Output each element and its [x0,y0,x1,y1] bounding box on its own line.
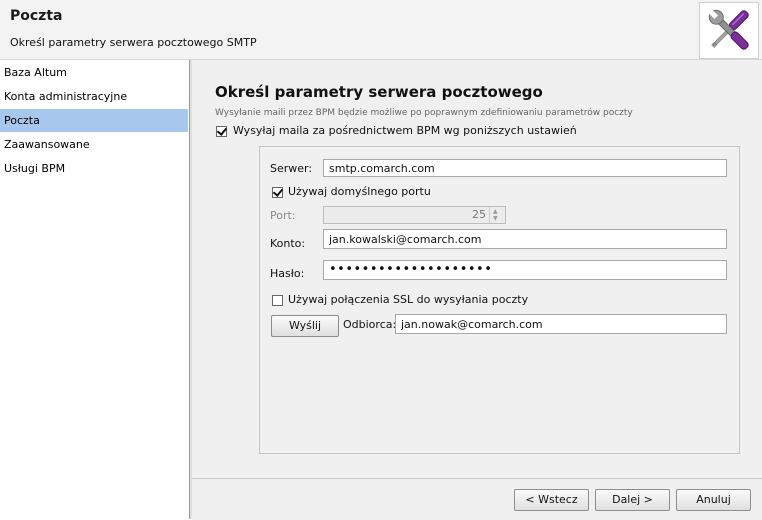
port-label: Port: [270,209,296,222]
spinner-arrows[interactable]: ▲ ▼ [489,207,505,223]
recipient-label: Odbiorca: [343,318,397,331]
recipient-input[interactable] [395,314,727,334]
next-button[interactable]: Dalej > [595,489,670,511]
tools-icon [699,2,759,59]
password-input[interactable]: •••••••••••••••••••• [323,260,727,280]
wizard-header: Poczta Określ parametry serwera pocztowe… [0,0,762,60]
main-panel: Określ parametry serwera pocztowego Wysy… [192,60,762,478]
page-subtitle: Określ parametry serwera pocztowego SMTP [10,36,257,49]
sidebar-item-baza-altum[interactable]: Baza Altum [0,61,188,84]
send-test-button[interactable]: Wyślij [271,315,339,337]
wizard-steps-sidebar: Baza Altum Konta administracyjne Poczta … [0,60,190,519]
back-button[interactable]: < Wstecz [514,489,589,511]
account-label: Konto: [270,237,306,250]
account-input[interactable] [323,229,727,249]
port-spinner[interactable]: 25 ▲ ▼ [323,206,506,224]
spin-down-icon[interactable]: ▼ [493,216,498,222]
sidebar-item-konta-administracyjne[interactable]: Konta administracyjne [0,85,188,108]
password-label: Hasło: [270,267,305,280]
server-input[interactable] [323,159,727,177]
default-port-label: Używaj domyślnego portu [288,185,431,198]
send-via-bpm-checkbox[interactable] [216,126,227,137]
server-label: Serwer: [270,162,313,175]
sidebar-item-uslugi-bpm[interactable]: Usługi BPM [0,157,188,180]
wizard-footer: < Wstecz Dalej > Anuluj [192,478,762,520]
section-title: Określ parametry serwera pocztowego [215,83,543,101]
cancel-button[interactable]: Anuluj [676,489,751,511]
page-title: Poczta [10,8,63,24]
sidebar-item-zaawansowane[interactable]: Zaawansowane [0,133,188,156]
port-value: 25 [472,208,486,221]
ssl-checkbox[interactable] [272,295,283,306]
smtp-settings-group: Serwer: Używaj domyślnego portu Port: 25… [259,146,740,454]
section-description: Wysyłanie maili przez BPM będzie możliwe… [215,108,633,118]
ssl-label: Używaj połączenia SSL do wysyłania poczt… [288,293,529,306]
sidebar-item-poczta[interactable]: Poczta [0,109,188,132]
default-port-checkbox[interactable] [272,187,283,198]
send-via-bpm-label: Wysyłaj maila za pośrednictwem BPM wg po… [233,124,577,137]
